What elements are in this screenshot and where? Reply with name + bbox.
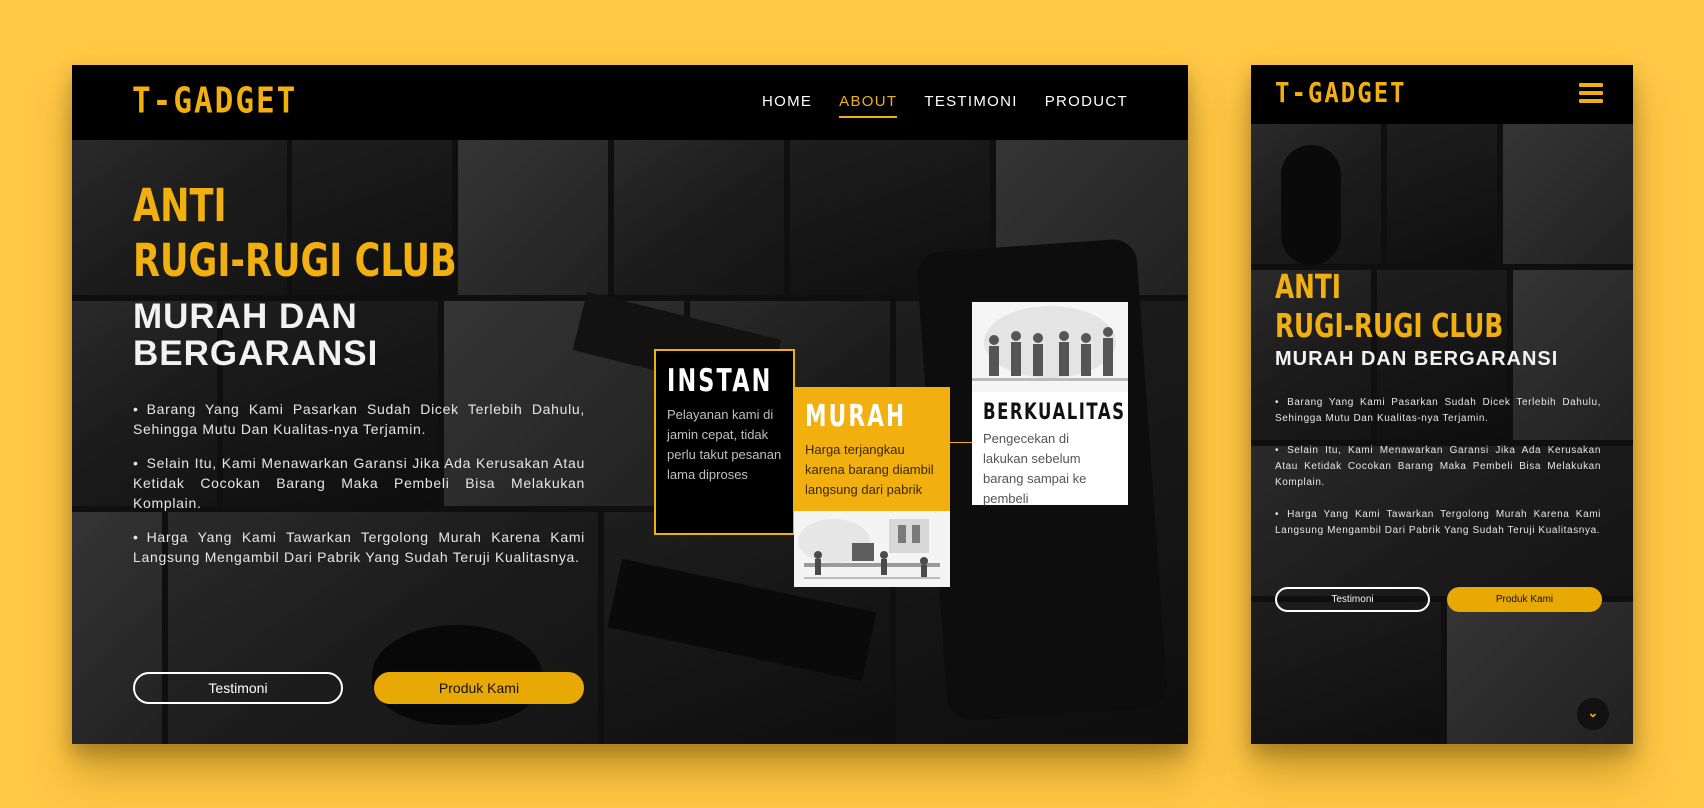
hero-subtitle: MURAH DAN BERGARANSI [133,297,379,373]
nav-item-about[interactable]: ABOUT [839,93,898,118]
feature-title: MURAH [805,399,907,434]
produk-kami-button[interactable]: Produk Kami [1447,587,1602,612]
mobile-preview: T-GADGET ANTI RUGI-RUGI CLUB MURAH DAN B… [1251,65,1633,744]
hero-point: Barang Yang Kami Pasarkan Sudah Dicek Te… [1275,395,1601,427]
team-illustration [972,302,1128,392]
testimoni-button[interactable]: Testimoni [133,672,343,704]
connector-line [950,442,972,443]
hamburger-icon[interactable] [1579,83,1603,103]
brand-logo[interactable]: T-GADGET [132,80,297,121]
hero-subtitle: MURAH DAN BERGARANSI [1275,348,1559,370]
brand-logo[interactable]: T-GADGET [1275,77,1407,109]
hero-point: Selain Itu, Kami Menawarkan Garansi Jika… [1275,443,1601,491]
desktop-preview: T-GADGET HOME ABOUT TESTIMONI PRODUCT AN… [72,65,1188,744]
navbar: T-GADGET HOME ABOUT TESTIMONI PRODUCT [72,65,1188,140]
mobile-navbar: T-GADGET [1251,65,1633,124]
feature-desc: Pelayanan kami di jamin cepat, tidak per… [667,407,782,482]
produk-kami-button[interactable]: Produk Kami [374,672,584,704]
factory-illustration [794,511,950,587]
nav-item-home[interactable]: HOME [762,93,812,118]
nav-item-testimoni[interactable]: TESTIMONI [924,93,1017,118]
hero-title-line2: RUGI-RUGI CLUB [133,234,457,287]
chevron-down-icon[interactable]: ⌄ [1577,698,1609,730]
hero-points: Barang Yang Kami Pasarkan Sudah Dicek Te… [1275,395,1601,555]
hero-point: Harga Yang Kami Tawarkan Tergolong Murah… [1275,507,1601,539]
hero-point: Selain Itu, Kami Menawarkan Garansi Jika… [133,453,585,513]
nav-menu: HOME ABOUT TESTIMONI PRODUCT [762,93,1128,118]
hero-points: Barang Yang Kami Pasarkan Sudah Dicek Te… [133,399,585,581]
hero-title-line2: RUGI-RUGI CLUB [1275,306,1504,345]
feature-card-murah: MURAH Harga terjangkau karena barang dia… [794,387,950,511]
hero-point: Harga Yang Kami Tawarkan Tergolong Murah… [133,527,585,567]
feature-desc: Harga terjangkau karena barang diambil l… [805,442,934,497]
feature-title: BERKUALITAS [983,400,1126,425]
testimoni-button[interactable]: Testimoni [1275,587,1430,612]
hero-title-line1: ANTI [1275,267,1341,306]
hero-title: ANTI RUGI-RUGI CLUB [133,183,457,283]
hero-title-line1: ANTI [133,179,227,232]
feature-title: INSTAN [667,363,773,399]
hero-point: Barang Yang Kami Pasarkan Sudah Dicek Te… [133,399,585,439]
feature-card-instan: INSTAN Pelayanan kami di jamin cepat, ti… [654,349,795,535]
feature-desc: Pengecekan di lakukan sebelum barang sam… [983,431,1087,506]
hero-title: ANTI RUGI-RUGI CLUB [1275,270,1503,342]
feature-card-berkualitas: BERKUALITAS Pengecekan di lakukan sebelu… [972,302,1128,506]
nav-item-product[interactable]: PRODUCT [1045,93,1128,118]
